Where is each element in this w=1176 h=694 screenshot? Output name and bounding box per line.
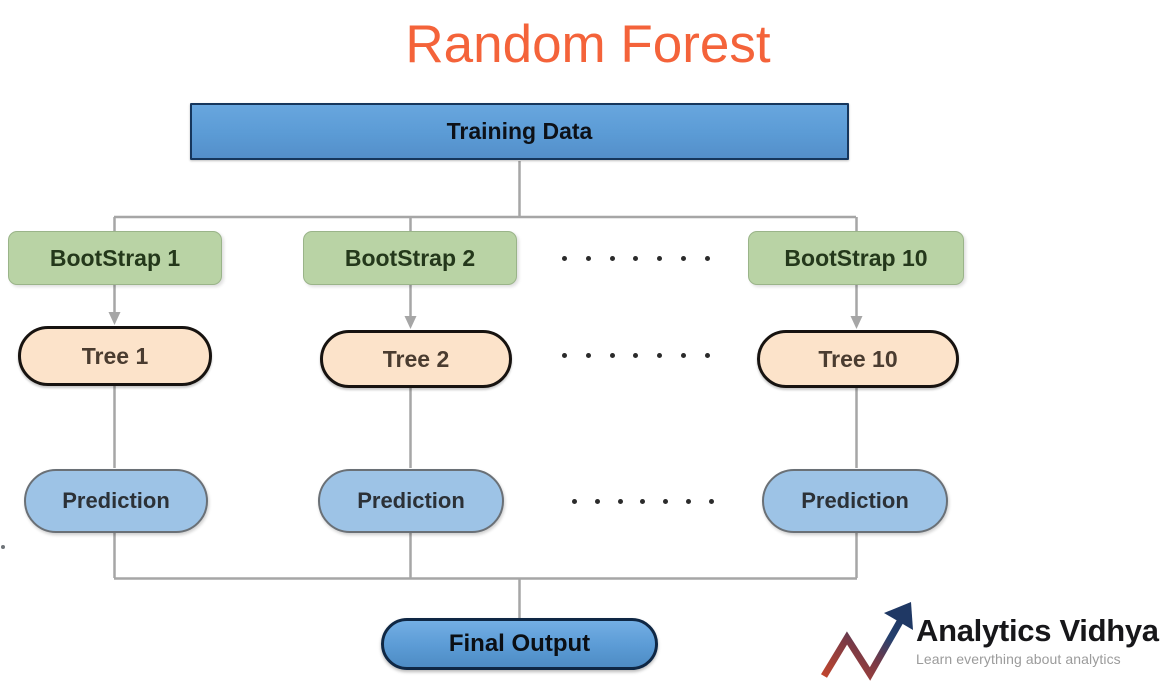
node-prediction-2-label: Prediction	[357, 488, 465, 513]
node-tree-10[interactable]: Tree 10	[757, 330, 959, 388]
logo-tagline: Learn everything about analytics	[916, 651, 1121, 667]
node-tree-1[interactable]: Tree 1	[18, 326, 212, 386]
node-bootstrap-10[interactable]: BootStrap 10	[748, 231, 964, 285]
logo-text-block: Analytics Vidhya Learn everything about …	[916, 613, 1170, 668]
node-bootstrap-1[interactable]: BootStrap 1	[8, 231, 222, 285]
node-bootstrap-1-label: BootStrap 1	[49, 244, 181, 271]
ellipsis-bootstrap-row	[562, 255, 710, 261]
growth-arrow-icon	[821, 602, 913, 681]
ellipsis-prediction-row	[572, 498, 714, 504]
stray-speck	[1, 545, 5, 549]
diagram-canvas: Random Forest Training Data BootStrap 1 …	[0, 0, 1176, 694]
node-training-data[interactable]: Training Data	[190, 103, 849, 160]
node-tree-10-label: Tree 10	[818, 345, 898, 372]
node-prediction-10[interactable]: Prediction	[762, 469, 948, 533]
ellipsis-tree-row	[562, 352, 710, 358]
node-tree-2[interactable]: Tree 2	[320, 330, 512, 388]
logo-brand-name: Analytics Vidhya	[916, 613, 1159, 648]
node-training-data-label: Training Data	[446, 118, 593, 144]
page-title: Random Forest	[405, 15, 771, 74]
node-prediction-1-label: Prediction	[62, 488, 170, 513]
node-tree-1-label: Tree 1	[81, 342, 149, 369]
node-bootstrap-2-label: BootStrap 2	[344, 244, 476, 271]
node-final-output[interactable]: Final Output	[381, 618, 658, 670]
node-bootstrap-10-label: BootStrap 10	[784, 244, 928, 271]
node-final-output-label: Final Output	[448, 630, 591, 657]
node-prediction-1[interactable]: Prediction	[24, 469, 208, 533]
analytics-vidhya-logo: Analytics Vidhya Learn everything about …	[818, 596, 1170, 688]
node-prediction-10-label: Prediction	[801, 488, 909, 513]
node-prediction-2[interactable]: Prediction	[318, 469, 504, 533]
node-tree-2-label: Tree 2	[382, 345, 450, 372]
node-bootstrap-2[interactable]: BootStrap 2	[303, 231, 517, 285]
